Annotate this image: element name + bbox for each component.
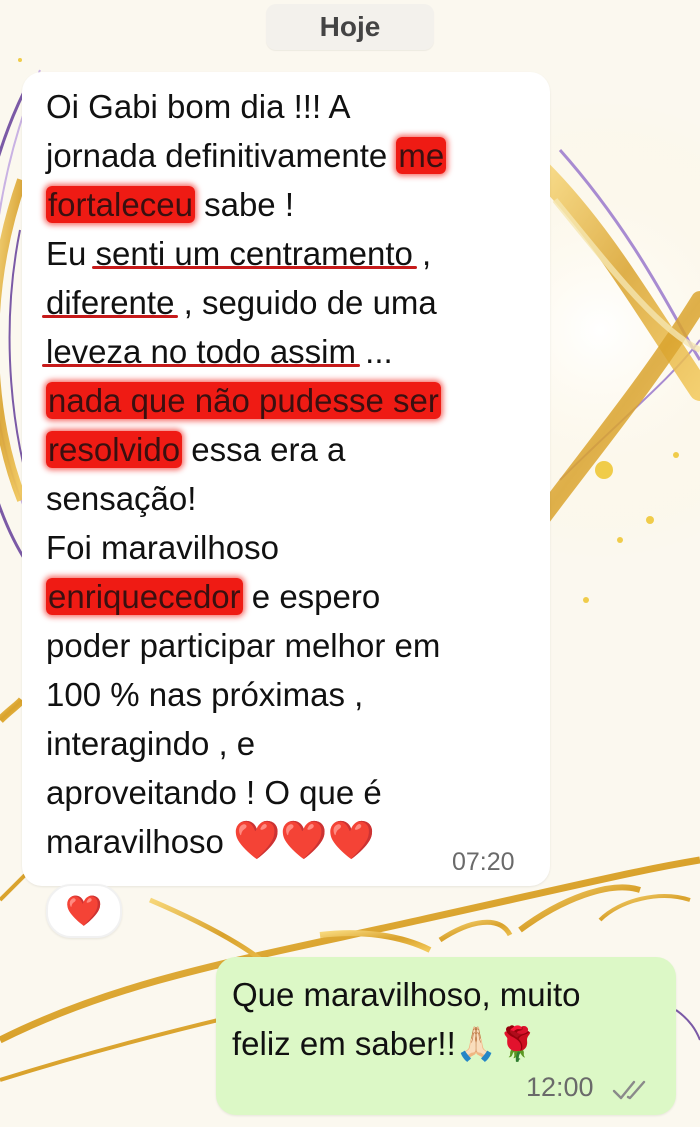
text-span: e espero: [242, 578, 381, 615]
red-highlight: enriquecedor: [46, 578, 243, 615]
message-line: jornada definitivamente me: [46, 131, 536, 180]
outgoing-message-text: Que maravilhoso, muito feliz em saber!!🙏…: [232, 970, 672, 1068]
red-highlight: fortaleceu: [46, 186, 195, 223]
incoming-message-text: Oi Gabi bom dia !!! A jornada definitiva…: [46, 82, 536, 866]
heart-emoji: ❤️: [233, 820, 281, 862]
message-line: nada que não pudesse ser: [46, 376, 536, 425]
message-line: Foi maravilhoso: [46, 523, 536, 572]
red-underline: diferente: [46, 284, 175, 321]
heart-emoji: ❤️: [280, 820, 328, 862]
text-span: Oi Gabi bom dia !!! A: [46, 88, 351, 125]
text-span: poder participar melhor em: [46, 627, 441, 664]
outgoing-timestamp: 12:00: [526, 1072, 594, 1102]
message-line: aproveitando ! O que é: [46, 768, 536, 817]
text-span: jornada definitivamente: [46, 137, 397, 174]
message-line: Oi Gabi bom dia !!! A: [46, 82, 536, 131]
message-line: sensação!: [46, 474, 536, 523]
text-span: essa era a: [182, 431, 346, 468]
text-span: maravilhoso: [46, 823, 234, 860]
double-check-icon: [612, 1080, 646, 1100]
text-span: aproveitando ! O que é: [46, 774, 382, 811]
date-divider-label: Hoje: [319, 11, 381, 42]
message-line: Eu senti um centramento ,: [46, 229, 536, 278]
red-highlight: nada que não pudesse ser: [46, 382, 441, 419]
text-span: sensação!: [46, 480, 197, 517]
text-span: , seguido de uma: [174, 284, 437, 321]
red-underline: leveza no todo assim: [46, 333, 357, 370]
message-line: enriquecedor e espero: [46, 572, 536, 621]
text-span: 100 % nas próximas ,: [46, 676, 364, 713]
message-line: resolvido essa era a: [46, 425, 536, 474]
heart-icon: ❤️: [65, 894, 103, 928]
heart-emoji: ❤️: [327, 820, 376, 862]
date-divider: Hoje: [266, 4, 434, 50]
text-span: Eu: [46, 235, 96, 272]
red-highlight: me: [396, 137, 447, 174]
incoming-timestamp: 07:20: [452, 848, 515, 876]
message-line: diferente , seguido de uma: [46, 278, 536, 327]
message-line: interagindo , e: [46, 719, 536, 768]
message-line: 100 % nas próximas ,: [46, 670, 536, 719]
text-span: Foi maravilhoso: [46, 529, 279, 566]
message-line: Que maravilhoso, muito: [232, 976, 581, 1013]
message-line: fortaleceu sabe !: [46, 180, 536, 229]
text-span: interagindo , e: [46, 725, 256, 762]
red-highlight: resolvido: [46, 431, 183, 468]
message-line: feliz em saber!!🙏🏻🌹: [232, 1025, 538, 1062]
heart-reaction[interactable]: ❤️: [46, 884, 122, 938]
red-underline: senti um centramento: [95, 235, 413, 272]
text-span: ...: [356, 333, 393, 370]
message-line: poder participar melhor em: [46, 621, 536, 670]
text-span: sabe !: [194, 186, 295, 223]
message-line: leveza no todo assim ...: [46, 327, 536, 376]
